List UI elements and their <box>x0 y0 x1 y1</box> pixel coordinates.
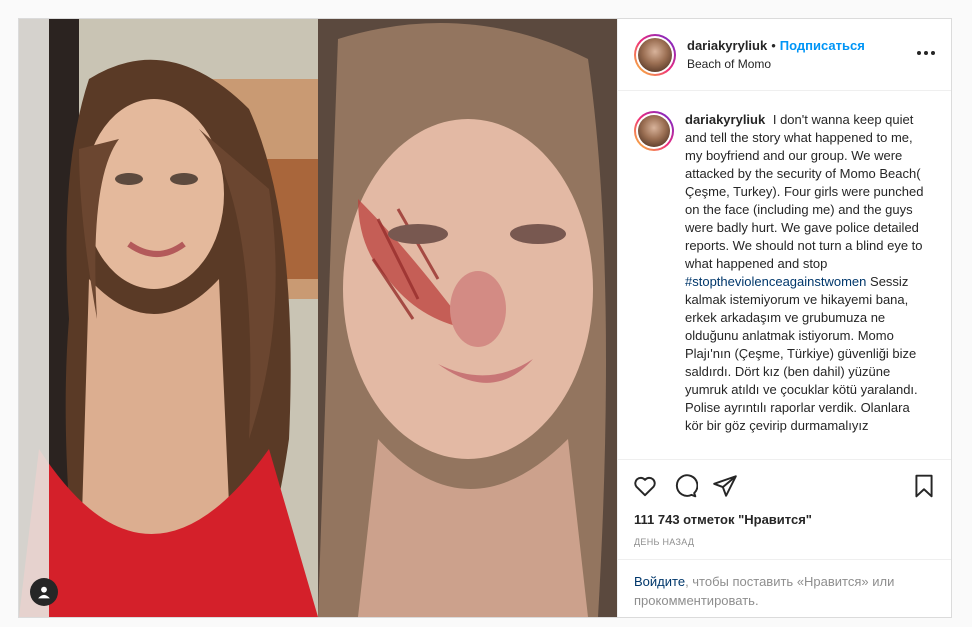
follow-button[interactable]: Подписаться <box>780 38 865 53</box>
tagged-users-button[interactable] <box>30 578 58 606</box>
username-link[interactable]: dariakyryliuk <box>687 38 767 53</box>
like-button[interactable] <box>632 466 672 506</box>
caption-avatar[interactable] <box>634 111 674 151</box>
action-bar <box>618 459 951 511</box>
photo-left-illustration <box>19 19 318 617</box>
caption-text: I don't wanna keep quiet and tell the st… <box>685 112 924 271</box>
post-timestamp[interactable]: День назад <box>618 529 951 559</box>
save-button[interactable] <box>897 466 937 506</box>
caption-username-link[interactable]: dariakyryliuk <box>685 112 765 127</box>
post-media[interactable] <box>19 19 617 617</box>
user-icon <box>38 586 50 599</box>
header-text: dariakyryliuk • Подписаться Beach of Momo <box>687 37 865 73</box>
share-button[interactable] <box>712 466 752 506</box>
comment-button[interactable] <box>672 466 712 506</box>
heart-icon <box>634 476 656 496</box>
comment-icon <box>675 473 698 497</box>
more-dots-icon <box>917 51 921 55</box>
bookmark-icon <box>915 474 933 497</box>
post-card: dariakyryliuk • Подписаться Beach of Momo … <box>18 18 952 618</box>
paper-plane-icon <box>713 474 737 497</box>
photo-right-illustration <box>318 19 617 617</box>
hashtag-link[interactable]: #stoptheviolenceagainstwomen <box>685 274 866 289</box>
more-options-button[interactable] <box>917 47 935 59</box>
comments-area[interactable]: dariakyryliuk I don't wanna keep quiet a… <box>618 91 951 459</box>
caption-text-turkish: Sessiz kalmak istemiyorum ve hikayemi ba… <box>685 274 918 433</box>
like-count[interactable]: 111 743 отметок "Нравится" <box>618 511 951 529</box>
location-link[interactable]: Beach of Momo <box>687 55 865 73</box>
post-photo-right <box>318 19 617 617</box>
post-photo-left <box>19 19 318 617</box>
login-link[interactable]: Войдите <box>634 574 685 589</box>
login-prompt: Войдите, чтобы поставить «Нравится» или … <box>618 559 951 617</box>
avatar[interactable] <box>634 33 676 76</box>
separator-dot: • <box>771 37 776 53</box>
post-header: dariakyryliuk • Подписаться Beach of Momo <box>618 19 951 91</box>
post-sidebar: dariakyryliuk • Подписаться Beach of Momo … <box>617 19 951 617</box>
post-caption: dariakyryliuk I don't wanna keep quiet a… <box>685 111 925 459</box>
